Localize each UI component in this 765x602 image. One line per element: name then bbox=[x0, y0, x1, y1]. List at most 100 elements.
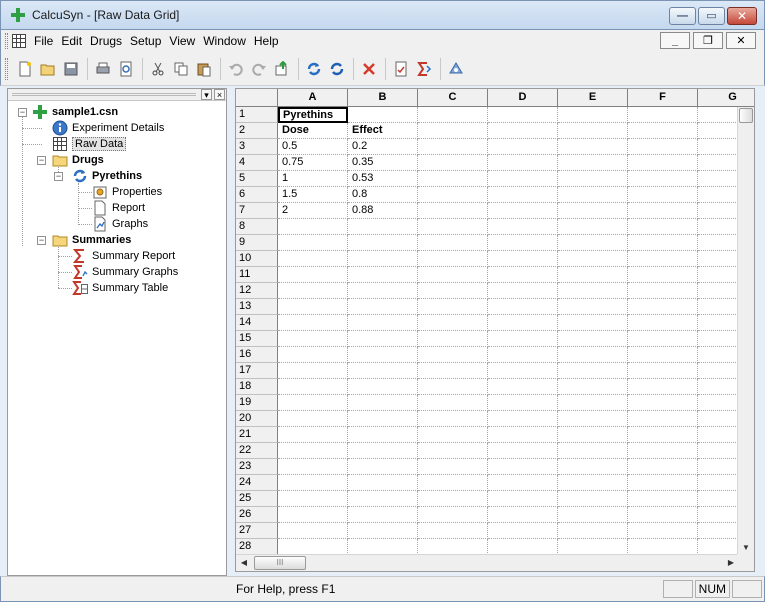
grid-cell[interactable] bbox=[418, 155, 488, 171]
tree-item-properties[interactable]: Properties bbox=[92, 184, 162, 200]
grid-cell[interactable] bbox=[418, 443, 488, 459]
delete-button[interactable] bbox=[358, 58, 380, 80]
grid-cell[interactable] bbox=[628, 539, 698, 555]
grid-cell[interactable] bbox=[628, 427, 698, 443]
grid-cell[interactable] bbox=[348, 507, 418, 523]
row-header[interactable]: 9 bbox=[236, 235, 278, 251]
row-header[interactable]: 12 bbox=[236, 283, 278, 299]
grid-cell[interactable] bbox=[628, 171, 698, 187]
grid-cell[interactable] bbox=[628, 235, 698, 251]
tree-item-summary-table[interactable]: Summary Table bbox=[72, 280, 168, 296]
grid-cell[interactable]: Dose bbox=[278, 123, 348, 139]
row-header[interactable]: 18 bbox=[236, 379, 278, 395]
help-button[interactable] bbox=[445, 58, 467, 80]
tree-item-summary-report[interactable]: Summary Report bbox=[72, 248, 175, 264]
grid-cell[interactable] bbox=[558, 107, 628, 123]
horizontal-scrollbar[interactable]: ◀ III ▶ bbox=[236, 554, 739, 571]
grid-cell[interactable] bbox=[418, 315, 488, 331]
grid-cell[interactable] bbox=[558, 363, 628, 379]
column-header-c[interactable]: C bbox=[418, 89, 488, 107]
grid-cell[interactable] bbox=[628, 363, 698, 379]
redo-button[interactable] bbox=[248, 58, 270, 80]
grid-cell[interactable] bbox=[278, 347, 348, 363]
grid-cell[interactable] bbox=[488, 379, 558, 395]
grid-cell[interactable] bbox=[628, 379, 698, 395]
row-header[interactable]: 16 bbox=[236, 347, 278, 363]
row-header[interactable]: 1 bbox=[236, 107, 278, 123]
grid-cell[interactable] bbox=[628, 395, 698, 411]
grid-cell[interactable] bbox=[348, 363, 418, 379]
grid-cell[interactable] bbox=[628, 107, 698, 123]
grid-cell[interactable] bbox=[348, 427, 418, 443]
menu-file[interactable]: File bbox=[30, 34, 57, 48]
grid-cell[interactable] bbox=[418, 283, 488, 299]
grid-cell[interactable] bbox=[418, 187, 488, 203]
grid-cell[interactable]: Effect bbox=[348, 123, 418, 139]
grid-cell[interactable] bbox=[278, 331, 348, 347]
grid-cell[interactable] bbox=[628, 523, 698, 539]
grid-cell[interactable] bbox=[278, 379, 348, 395]
grid-cell[interactable] bbox=[558, 491, 628, 507]
mdi-minimize-button[interactable]: _ bbox=[660, 32, 690, 49]
row-header[interactable]: 17 bbox=[236, 363, 278, 379]
grid-cell[interactable] bbox=[488, 411, 558, 427]
pane-close-button[interactable]: × bbox=[214, 89, 225, 100]
grid-cell[interactable] bbox=[278, 491, 348, 507]
menu-window[interactable]: Window bbox=[199, 34, 250, 48]
row-header[interactable]: 13 bbox=[236, 299, 278, 315]
paste-button[interactable] bbox=[193, 58, 215, 80]
grid-cell[interactable] bbox=[628, 203, 698, 219]
select-all-corner[interactable] bbox=[236, 89, 278, 107]
row-header[interactable]: 14 bbox=[236, 315, 278, 331]
grid-cell[interactable] bbox=[628, 219, 698, 235]
grid-cell[interactable]: 0.75 bbox=[278, 155, 348, 171]
grid-cell[interactable] bbox=[278, 411, 348, 427]
row-header[interactable]: 15 bbox=[236, 331, 278, 347]
grid-cell[interactable] bbox=[278, 427, 348, 443]
scroll-left-arrow[interactable]: ◀ bbox=[236, 555, 252, 571]
grid-cell[interactable] bbox=[348, 283, 418, 299]
grid-cell[interactable] bbox=[628, 283, 698, 299]
grid-cell[interactable] bbox=[278, 235, 348, 251]
grid-cell[interactable] bbox=[488, 395, 558, 411]
close-button[interactable]: ✕ bbox=[727, 7, 757, 25]
recalculate-button[interactable] bbox=[326, 58, 348, 80]
grid-cell[interactable] bbox=[558, 171, 628, 187]
grid-cell[interactable] bbox=[418, 219, 488, 235]
grid-cell[interactable] bbox=[418, 267, 488, 283]
grid-cell[interactable] bbox=[558, 123, 628, 139]
tree-root-file[interactable]: sample1.csn bbox=[32, 104, 118, 120]
pane-grip[interactable] bbox=[12, 93, 196, 96]
grid-cell[interactable] bbox=[348, 267, 418, 283]
grid-cell[interactable] bbox=[628, 459, 698, 475]
column-header-a[interactable]: A bbox=[278, 89, 348, 107]
row-header[interactable]: 6 bbox=[236, 187, 278, 203]
grid-cell[interactable] bbox=[488, 235, 558, 251]
pane-pin-button[interactable]: ▾ bbox=[201, 89, 212, 100]
grid-cell[interactable] bbox=[628, 123, 698, 139]
grid-cell[interactable] bbox=[418, 379, 488, 395]
cut-button[interactable] bbox=[147, 58, 169, 80]
tree-item-graphs[interactable]: Graphs bbox=[92, 216, 148, 232]
summary-button[interactable] bbox=[413, 58, 435, 80]
grid-cell[interactable] bbox=[418, 475, 488, 491]
grid-cell[interactable] bbox=[488, 187, 558, 203]
menu-drugs[interactable]: Drugs bbox=[86, 34, 126, 48]
row-header[interactable]: 28 bbox=[236, 539, 278, 555]
grid-cell[interactable] bbox=[628, 411, 698, 427]
grid-cell[interactable] bbox=[628, 139, 698, 155]
export-button[interactable] bbox=[271, 58, 293, 80]
grid-cell[interactable] bbox=[418, 491, 488, 507]
collapse-summaries-toggle[interactable]: − bbox=[37, 236, 46, 245]
grid-cell[interactable] bbox=[628, 491, 698, 507]
grid-cell[interactable] bbox=[488, 315, 558, 331]
grid-cell[interactable] bbox=[488, 155, 558, 171]
grid-cell[interactable] bbox=[348, 299, 418, 315]
mdi-close-button[interactable]: ✕ bbox=[726, 32, 756, 49]
grid-cell[interactable] bbox=[278, 507, 348, 523]
collapse-drug-toggle[interactable]: − bbox=[54, 172, 63, 181]
row-header[interactable]: 11 bbox=[236, 267, 278, 283]
grid-cell[interactable] bbox=[628, 251, 698, 267]
grid-cell[interactable] bbox=[488, 283, 558, 299]
grid-cell[interactable] bbox=[348, 539, 418, 555]
